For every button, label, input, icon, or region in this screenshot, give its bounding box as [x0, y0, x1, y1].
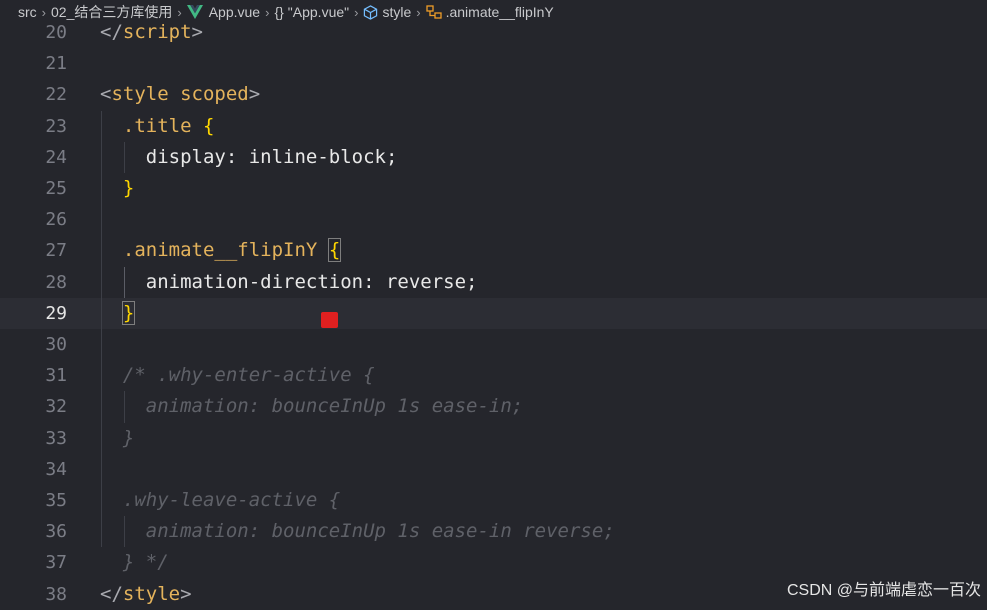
code-text[interactable]: .title {: [100, 111, 215, 142]
line-number: 21: [45, 53, 67, 75]
code-text[interactable]: animation-direction: reverse;: [100, 267, 478, 298]
code-line[interactable]: 30: [0, 329, 987, 360]
code-text[interactable]: }: [100, 298, 136, 329]
code-text[interactable]: .animate__flipInY {: [100, 235, 342, 266]
code-text[interactable]: }: [100, 173, 134, 204]
code-text[interactable]: display: inline-block;: [100, 142, 398, 173]
code-token: script: [122, 21, 192, 43]
code-token: display: inline-block;: [100, 145, 398, 168]
code-line[interactable]: 20 </script>: [0, 17, 987, 48]
code-text[interactable]: </script>: [100, 17, 203, 48]
line-number: 32: [45, 396, 67, 418]
code-line[interactable]: 23 .title {: [0, 111, 987, 142]
line-number: 38: [45, 583, 67, 605]
code-token: .why-leave-active {: [100, 489, 341, 511]
red-marker: [321, 312, 338, 328]
code-line[interactable]: 22 <style scoped>: [0, 79, 987, 110]
code-token: scoped: [180, 83, 249, 106]
indent-guide: [124, 266, 125, 298]
line-number: 35: [45, 490, 67, 511]
line-number: 33: [45, 427, 67, 449]
line-number: 25: [45, 178, 67, 199]
code-line[interactable]: 28 animation-direction: reverse;: [0, 267, 987, 298]
code-token: </: [100, 582, 123, 605]
code-line[interactable]: 29 }: [0, 297, 987, 329]
line-number: 28: [45, 271, 67, 293]
code-token: .animate__flipInY: [122, 239, 318, 262]
code-line[interactable]: 26: [0, 204, 987, 235]
code-editor[interactable]: 20 </script> 21 22 <style scoped> 23 .title {…: [0, 20, 987, 606]
code-token: }: [121, 300, 136, 325]
line-number: 31: [45, 365, 67, 387]
code-line[interactable]: 35 .why-leave-active {: [0, 485, 987, 516]
code-token: {: [202, 114, 215, 137]
line-number: 23: [45, 115, 67, 137]
code-token: {: [327, 238, 342, 263]
code-text[interactable]: /* .why-enter-active {: [100, 360, 375, 391]
code-token: .title: [122, 114, 192, 137]
code-line[interactable]: 21: [0, 48, 987, 79]
code-line[interactable]: 34: [0, 454, 987, 485]
code-text[interactable]: .why-leave-active {: [100, 485, 340, 516]
indent-guide: [124, 141, 125, 173]
code-token: } */: [100, 551, 169, 574]
code-token: </: [100, 21, 123, 43]
code-text[interactable]: </style>: [100, 579, 192, 610]
line-number: 29: [45, 302, 67, 324]
code-line[interactable]: 25 }: [0, 173, 987, 204]
line-number: 20: [45, 22, 67, 43]
code-token: animation-direction: reverse;: [100, 270, 478, 293]
code-line[interactable]: 27 .animate__flipInY {: [0, 235, 987, 266]
indent-guide: [101, 110, 102, 548]
code-token: animation: bounceInUp 1s ease-in reverse…: [100, 520, 615, 543]
watermark: CSDN @与前端虐恋一百次: [786, 582, 981, 599]
line-number: 36: [45, 521, 67, 543]
code-line[interactable]: 31 /* .why-enter-active {: [0, 360, 987, 391]
code-text[interactable]: } */: [100, 547, 169, 578]
code-token: style: [111, 83, 169, 106]
code-token: /* .why-enter-active {: [100, 364, 375, 387]
line-number: 27: [45, 240, 67, 262]
code-token: animation: bounceInUp 1s ease-in;: [100, 395, 524, 418]
code-line[interactable]: 36 animation: bounceInUp 1s ease-in reve…: [0, 516, 987, 547]
indent-guide: [124, 391, 125, 423]
line-number: 30: [45, 334, 67, 355]
code-token: <: [100, 83, 112, 106]
code-text[interactable]: <style scoped>: [100, 79, 260, 110]
code-token: }: [100, 426, 135, 449]
code-text[interactable]: animation: bounceInUp 1s ease-in;: [100, 391, 524, 422]
code-token: >: [248, 83, 261, 106]
code-text[interactable]: }: [100, 423, 134, 454]
code-line[interactable]: 24 display: inline-block;: [0, 142, 987, 173]
indent-guide: [124, 516, 125, 548]
line-number: 34: [45, 458, 67, 480]
code-line[interactable]: 32 animation: bounceInUp 1s ease-in;: [0, 391, 987, 422]
code-line[interactable]: 37 } */: [0, 547, 987, 578]
code-line[interactable]: 33 }: [0, 423, 987, 454]
code-token: >: [191, 21, 203, 43]
code-token: >: [180, 582, 192, 605]
line-number: 26: [45, 209, 67, 231]
code-text[interactable]: animation: bounceInUp 1s ease-in reverse…: [100, 516, 615, 547]
line-number: 22: [45, 84, 67, 106]
line-number: 24: [45, 146, 67, 168]
code-token: style: [122, 582, 181, 605]
line-number: 37: [45, 552, 67, 574]
code-token: }: [122, 177, 135, 199]
